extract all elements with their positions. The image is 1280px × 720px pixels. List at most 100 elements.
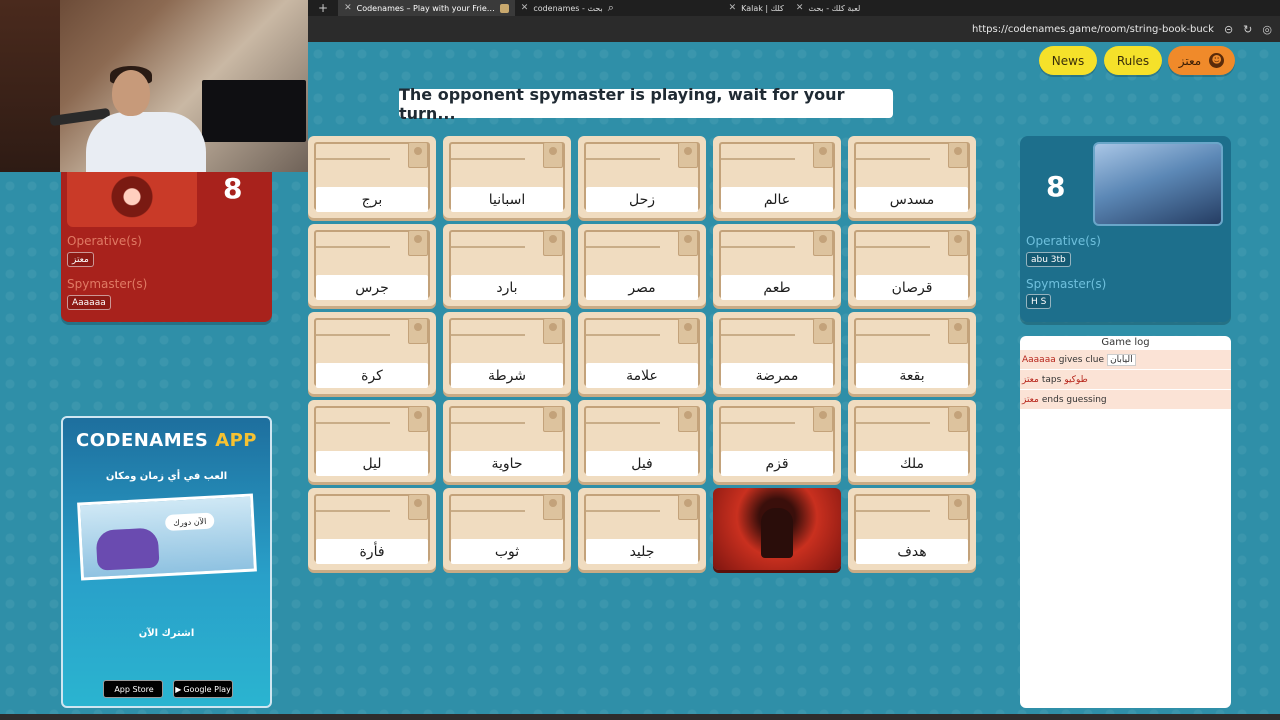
word-card[interactable]: شرطة <box>443 312 571 394</box>
card-word: شرطة <box>451 363 563 388</box>
word-card[interactable]: اسبانيا <box>443 136 571 218</box>
log-clue: اليابان <box>1107 353 1136 366</box>
word-card[interactable]: علامة <box>578 312 706 394</box>
browser-tab-bar: + ✕ Codenames – Play with your Frie… ✕ c… <box>308 0 1280 16</box>
red-team-panel: 8 Operative(s) معتز Spymaster(s) Aaaaaa <box>61 172 272 322</box>
agent-silhouette-icon <box>948 494 968 520</box>
agent-silhouette-icon <box>543 494 563 520</box>
log-entry: معتز taps طوكيو <box>1020 370 1231 389</box>
card-line <box>316 334 390 336</box>
word-card[interactable]: طعم <box>713 224 841 306</box>
word-card[interactable]: فأرة <box>308 488 436 570</box>
agent-silhouette-icon <box>813 406 833 432</box>
word-card[interactable]: برج <box>308 136 436 218</box>
agent-silhouette-icon <box>543 142 563 168</box>
app-store-label: App Store <box>114 684 154 694</box>
card-word: بارد <box>451 275 563 300</box>
blue-operatives-label: Operative(s) <box>1026 234 1101 248</box>
word-card[interactable]: عالم <box>713 136 841 218</box>
agent-silhouette-icon <box>813 142 833 168</box>
word-card[interactable]: بقعة <box>848 312 976 394</box>
browser-tab-2[interactable]: ✕ Kalak | كلك <box>620 0 790 16</box>
browser-tab-3[interactable]: ✕ لعبة كلك - بحث <box>790 0 867 16</box>
word-card[interactable]: مسدس <box>848 136 976 218</box>
card-word: برج <box>316 187 428 212</box>
promo-speech-bubble: الآن دورك <box>164 512 215 532</box>
user-menu-button[interactable]: معتز ☻ <box>1168 46 1235 75</box>
close-tab-icon[interactable]: ✕ <box>344 3 352 13</box>
card-line <box>856 510 930 512</box>
news-button[interactable]: News <box>1039 46 1097 75</box>
word-card[interactable]: مصر <box>578 224 706 306</box>
webcam-person-body <box>86 112 206 172</box>
taskbar-strip <box>0 714 1280 720</box>
word-card[interactable]: قرصان <box>848 224 976 306</box>
motorbike-illustration <box>95 527 160 571</box>
agent-silhouette-icon <box>948 230 968 256</box>
word-card[interactable]: كرة <box>308 312 436 394</box>
close-tab-icon[interactable]: ✕ <box>729 3 737 13</box>
card-line <box>586 158 660 160</box>
red-agent-figure <box>761 508 793 558</box>
word-card[interactable]: جليد <box>578 488 706 570</box>
card-word: حاوية <box>451 451 563 476</box>
card-word: علامة <box>586 363 698 388</box>
agent-silhouette-icon <box>813 318 833 344</box>
card-line <box>721 246 795 248</box>
card-line <box>856 334 930 336</box>
agent-silhouette-icon <box>678 318 698 344</box>
promo-title-main: CODENAMES <box>75 430 209 451</box>
red-spymaster-chip: Aaaaaa <box>67 295 111 310</box>
card-line <box>451 158 525 160</box>
word-card[interactable]: ثوب <box>443 488 571 570</box>
browser-tab-0[interactable]: ✕ Codenames – Play with your Frie… <box>338 0 515 16</box>
promo-title: CODENAMES APP <box>63 430 270 451</box>
card-word: مسدس <box>856 187 968 212</box>
log-tapped-word: طوكيو <box>1064 374 1088 385</box>
reload-icon[interactable]: ↻ <box>1243 23 1252 36</box>
promo-cta[interactable]: اشترك الآن <box>63 628 270 639</box>
red-operatives-label: Operative(s) <box>67 234 142 248</box>
play-icon: ▶ <box>175 684 182 694</box>
url-field[interactable]: https://codenames.game/room/string-book-… <box>972 24 1214 35</box>
card-word: فأرة <box>316 539 428 564</box>
revealed-red-agent-card[interactable] <box>713 488 841 570</box>
card-line <box>451 422 525 424</box>
agent-silhouette-icon <box>678 142 698 168</box>
word-card[interactable]: حاوية <box>443 400 571 482</box>
agent-silhouette-icon <box>408 406 428 432</box>
log-player-name: معتز <box>1022 394 1039 405</box>
word-card[interactable]: ليل <box>308 400 436 482</box>
word-card[interactable]: زحل <box>578 136 706 218</box>
browser-tab-1[interactable]: ✕ codenames - بحث ⌕ <box>515 0 620 16</box>
card-line <box>586 334 660 336</box>
blue-team-panel: 8 Operative(s) abu 3tb Spymaster(s) H S <box>1020 136 1231 322</box>
card-line <box>586 422 660 424</box>
card-line <box>586 246 660 248</box>
word-card[interactable]: فيل <box>578 400 706 482</box>
google-play-label: Google Play <box>183 684 231 694</box>
agent-silhouette-icon <box>408 318 428 344</box>
agent-silhouette-icon <box>948 318 968 344</box>
word-card[interactable]: ملك <box>848 400 976 482</box>
word-card[interactable]: بارد <box>443 224 571 306</box>
word-card[interactable]: قزم <box>713 400 841 482</box>
globe-icon[interactable]: ◎ <box>1262 23 1272 36</box>
rules-button[interactable]: Rules <box>1104 46 1162 75</box>
google-play-badge[interactable]: ▶ Google Play <box>173 680 233 698</box>
word-card[interactable]: جرس <box>308 224 436 306</box>
word-card[interactable]: هدف <box>848 488 976 570</box>
game-log-panel: Game log Aaaaaa gives clue اليابان معتز … <box>1020 336 1231 708</box>
tab-label: Kalak | كلك <box>741 3 784 13</box>
lock-icon[interactable]: ⊝ <box>1224 23 1233 36</box>
word-card[interactable]: ممرضة <box>713 312 841 394</box>
app-store-badge[interactable]: App Store <box>103 680 163 698</box>
new-tab-button[interactable]: + <box>308 1 338 15</box>
red-spymasters-label: Spymaster(s) <box>67 277 148 291</box>
tab-label: لعبة كلك - بحث <box>808 3 861 13</box>
agent-silhouette-icon <box>543 406 563 432</box>
app-promo-banner[interactable]: CODENAMES APP العب في أي زمان ومكان الآن… <box>61 416 272 708</box>
close-tab-icon[interactable]: ✕ <box>521 3 529 13</box>
close-tab-icon[interactable]: ✕ <box>796 3 804 13</box>
log-player-name: Aaaaaa <box>1022 354 1056 365</box>
